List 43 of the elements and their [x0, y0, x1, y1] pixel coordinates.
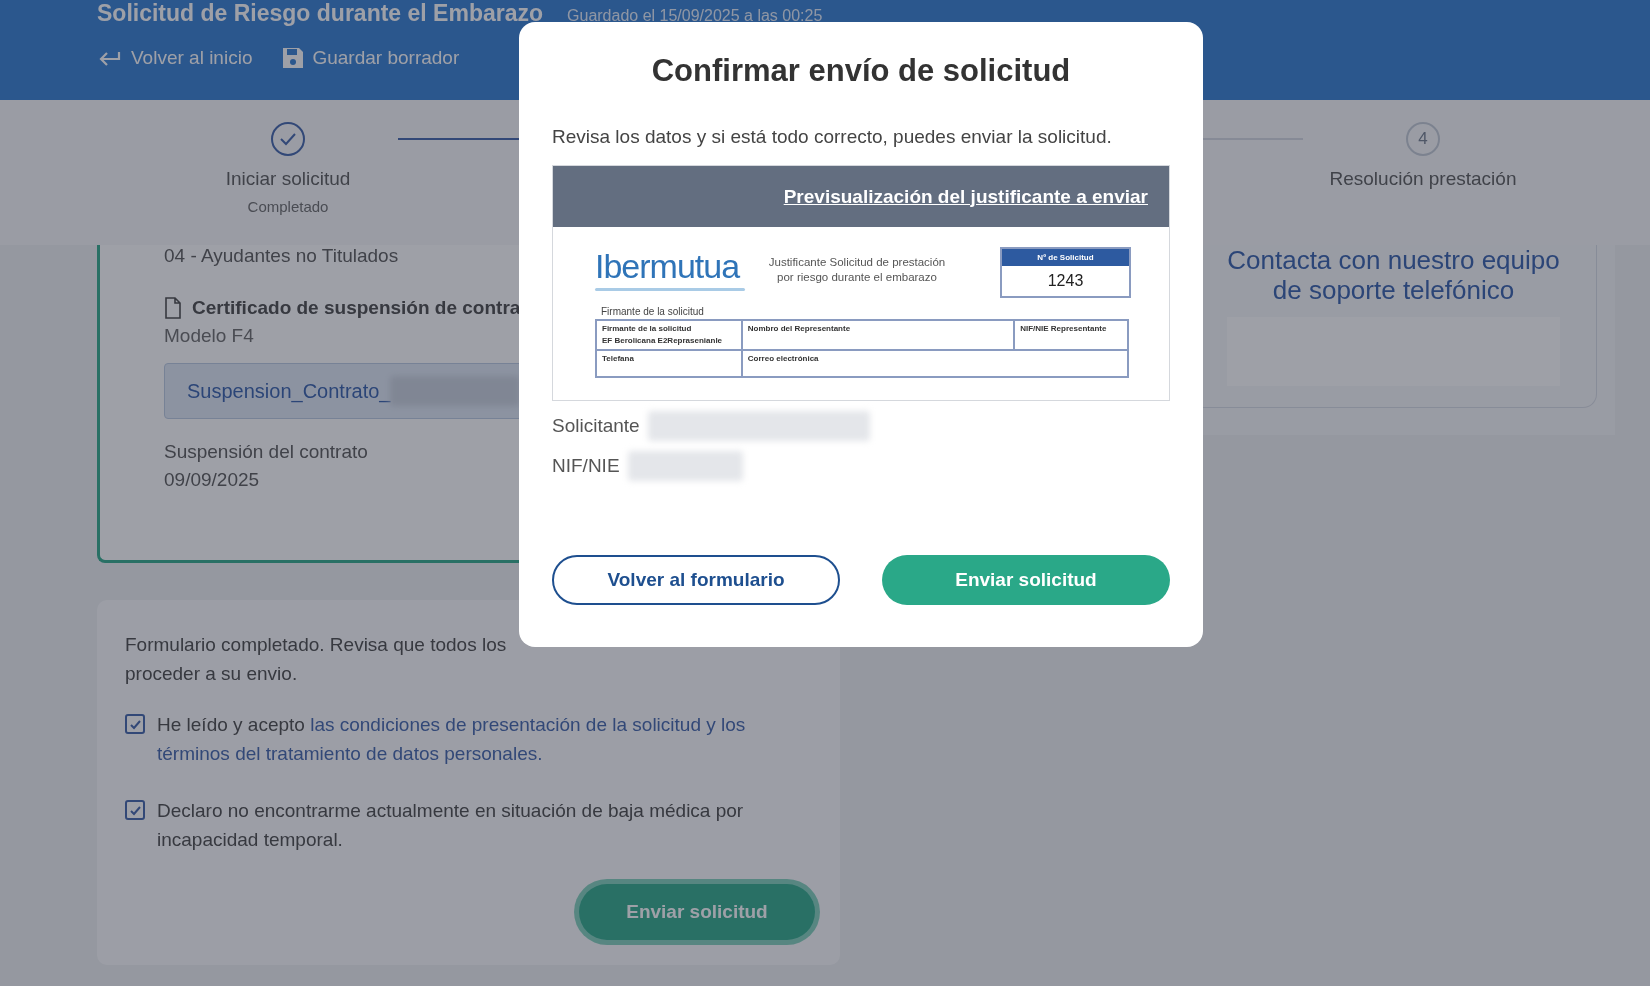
- checkbox-label: Declaro no encontrarme actualmente en situación de baja médica por incapacidad temporal.: [157, 799, 745, 852]
- send-button[interactable]: Enviar solicitud: [882, 555, 1170, 605]
- table-cell-text: Telefana: [602, 353, 635, 365]
- checkmark-icon: [128, 718, 142, 730]
- message-text: proceder a su envio.: [125, 662, 299, 686]
- table-cell-text: Nombro del Representante: [747, 323, 852, 335]
- field-label: NIF/NIE: [552, 455, 620, 477]
- checkbox[interactable]: [125, 800, 145, 820]
- checkbox-label: He leído y acepto las condiciones de presentación de la solicitud y los términos del tratamiento de datos personales.: [157, 713, 747, 766]
- step-number: 4: [1406, 122, 1440, 156]
- document-description: Justificante Solicitud de prestación por riesgo durante el embarazo: [767, 255, 947, 285]
- model-text: Modelo F4: [164, 325, 254, 347]
- support-heading: Contacta con nuestro equipo de soporte telefónico: [1226, 245, 1561, 305]
- document-title: Certificado de suspensión de contra: [192, 297, 521, 319]
- category-text: 04 - Ayudantes no Titulados: [164, 245, 399, 267]
- table-cell-text: Correo electrónica: [747, 353, 820, 365]
- table-cell-text: Firmante de la solicitud: [602, 323, 693, 335]
- preview-link[interactable]: Previsualización del justificante a enviar: [783, 185, 1148, 208]
- message-text: Formulario completado. Revisa que todos los: [125, 633, 508, 657]
- date-value: 09/09/2025: [164, 469, 260, 491]
- step-label: Resolución prestación: [1329, 168, 1517, 190]
- logo-text: Ibermutua: [595, 247, 741, 285]
- dialog-title: Confirmar envío de solicitud: [651, 53, 1071, 89]
- step-label: Iniciar solicitud: [225, 168, 351, 190]
- step-status: Completado: [247, 198, 329, 215]
- table-cell-text: NIF/NIE Representante: [1020, 323, 1108, 335]
- dialog-message: Revisa los datos y si está todo correcto, puedes enviar la solicitud.: [552, 126, 1112, 148]
- saved-note: Guardado el 15/09/2025 a las 00:25: [567, 7, 823, 25]
- request-number-label: Nº de Solicitud: [1002, 249, 1129, 266]
- back-link[interactable]: Volver al inicio: [97, 47, 253, 69]
- page-title: Solicitud de Riesgo durante el Embarazo: [97, 1, 544, 25]
- save-draft-link[interactable]: Guardar borrador: [282, 47, 460, 69]
- signer-heading: Firmante de la solicitud: [601, 306, 705, 317]
- checkmark-icon: [279, 131, 297, 147]
- request-number: 1243: [1046, 271, 1085, 291]
- terms-link[interactable]: las condiciones de presentación de la solicitud y los: [310, 714, 746, 735]
- checkmark-icon: [128, 804, 142, 816]
- terms-link[interactable]: términos del tratamiento de datos personales.: [157, 743, 543, 764]
- date-label: Suspensión del contrato: [164, 441, 368, 463]
- checkbox[interactable]: [125, 714, 145, 734]
- back-to-form-button[interactable]: Volver al formulario: [552, 555, 840, 605]
- table-cell-text: EF Berolicana E2Reprasenianle: [602, 335, 724, 347]
- document-icon: [164, 297, 182, 319]
